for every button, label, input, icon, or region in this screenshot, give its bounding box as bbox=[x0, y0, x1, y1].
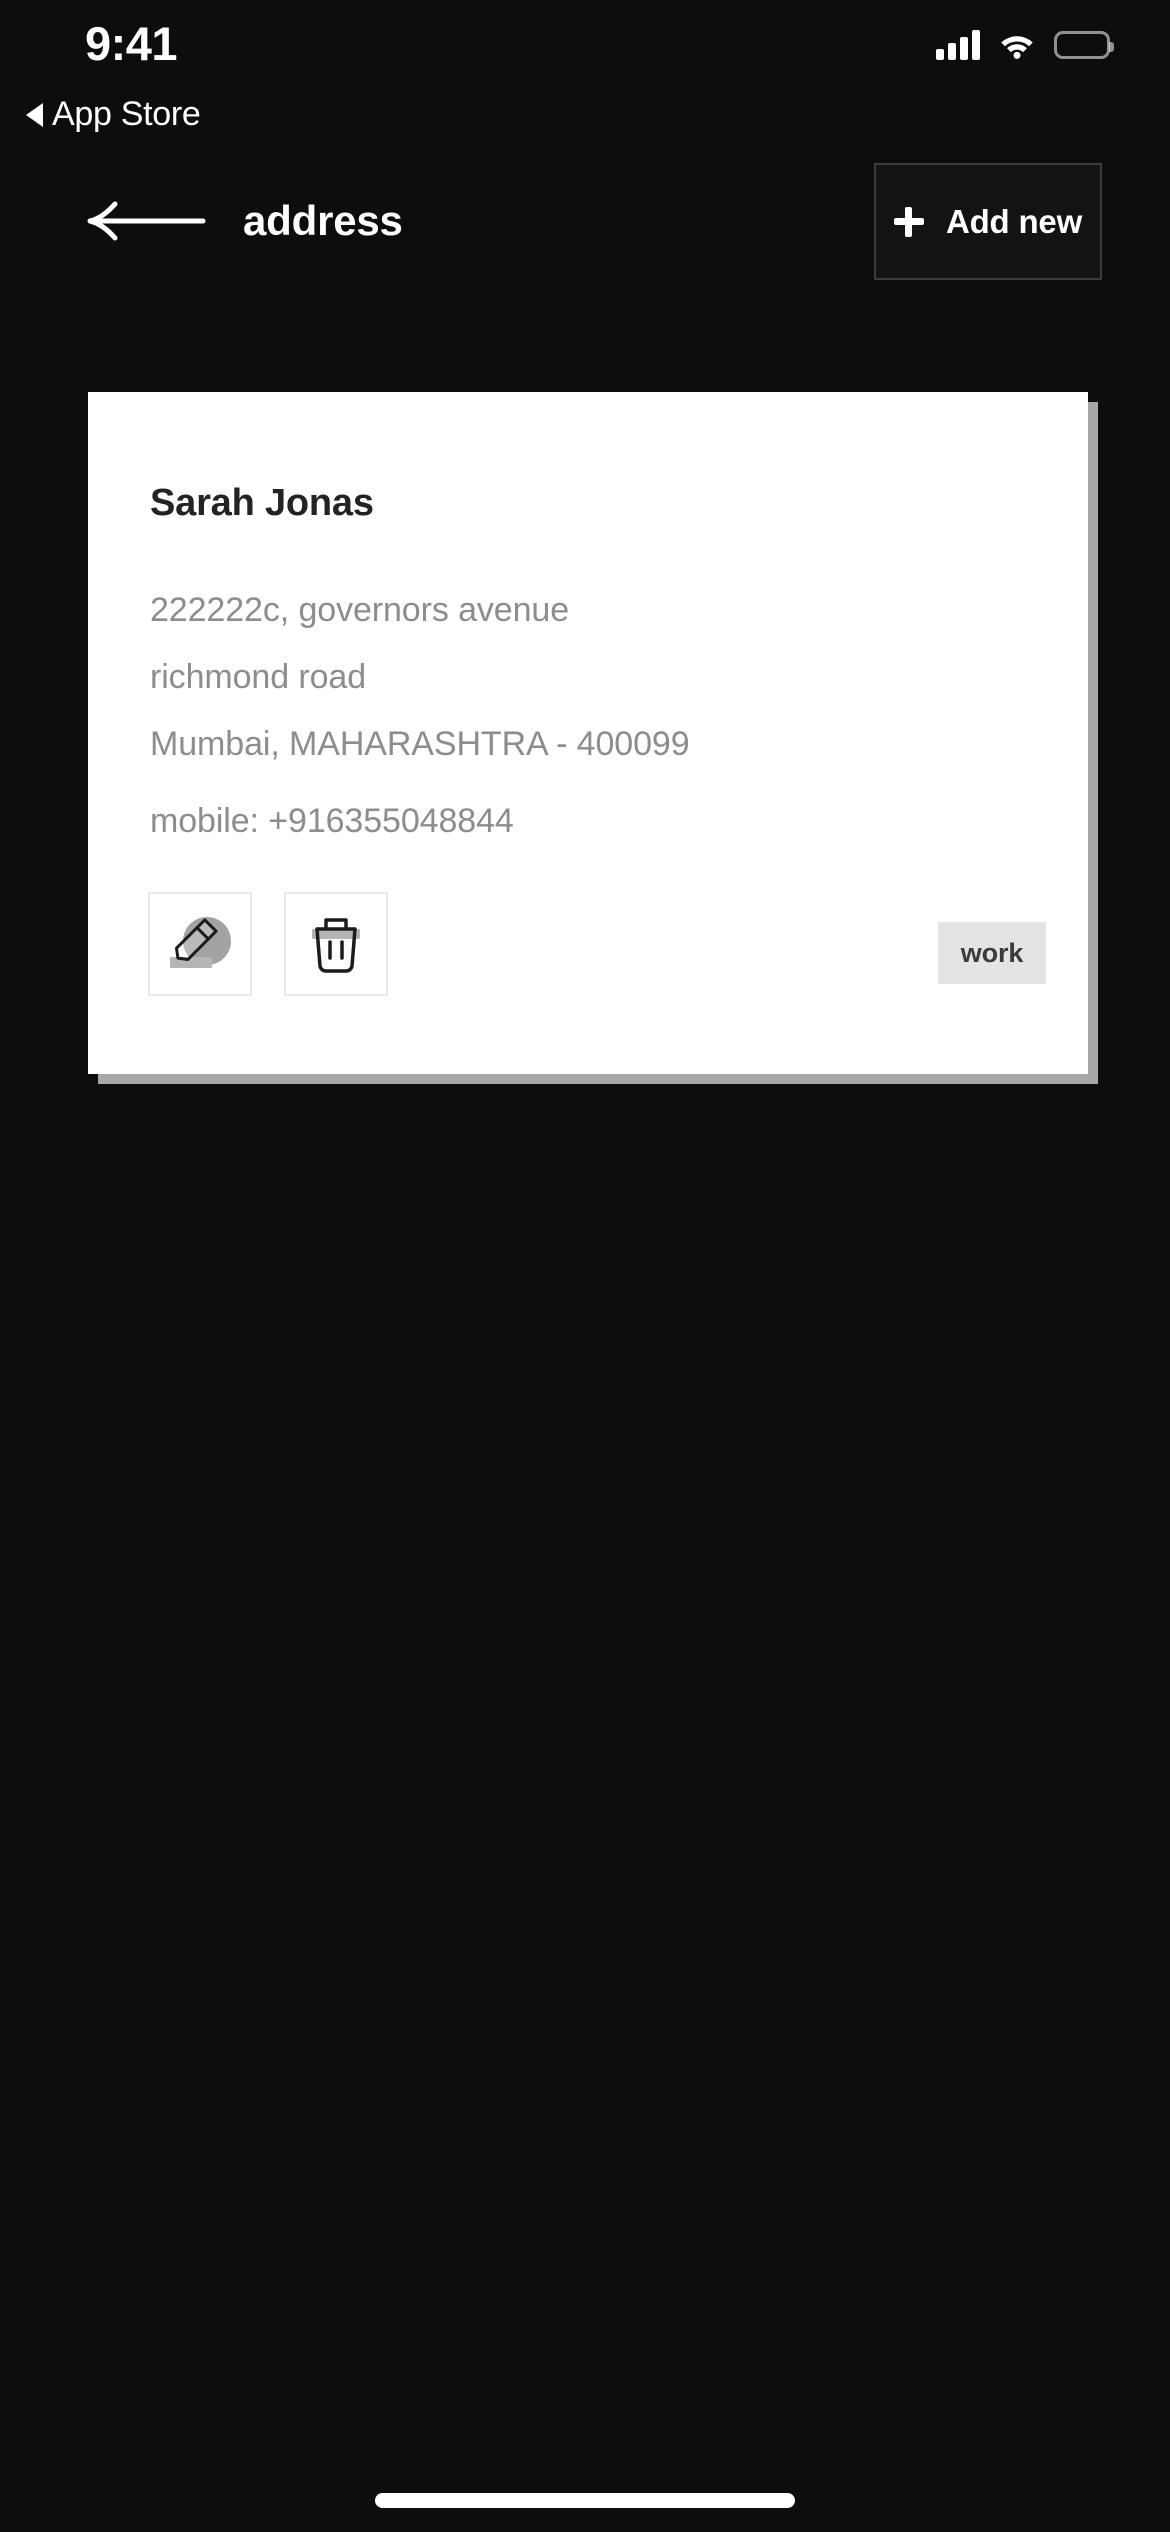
trash-delete-icon bbox=[312, 918, 360, 973]
battery-icon bbox=[1054, 31, 1114, 59]
back-triangle-icon bbox=[26, 102, 43, 127]
status-bar: 9:41 bbox=[0, 0, 1170, 96]
edit-address-button[interactable] bbox=[148, 892, 252, 996]
add-new-button[interactable]: Add new bbox=[874, 163, 1102, 280]
address-line-1: 222222c, governors avenue bbox=[150, 591, 570, 629]
card-action-row bbox=[148, 892, 388, 996]
address-lines: 222222c, governors avenue richmond road … bbox=[150, 577, 690, 778]
page-title: address bbox=[243, 197, 403, 244]
wifi-icon bbox=[998, 31, 1036, 59]
add-new-label: Add new bbox=[945, 202, 1083, 240]
page-header: address Add new bbox=[0, 163, 1170, 293]
address-line-3: Mumbai, MAHARASHTRA - 400099 bbox=[150, 725, 690, 763]
home-indicator[interactable] bbox=[375, 2493, 795, 2508]
address-tag-badge: work bbox=[938, 922, 1046, 984]
arrow-left-icon bbox=[87, 201, 206, 241]
contact-mobile: mobile: +916355048844 bbox=[150, 802, 514, 840]
delete-address-button[interactable] bbox=[284, 892, 388, 996]
return-app-label: App Store bbox=[52, 95, 201, 133]
return-to-app-store-button[interactable]: App Store bbox=[26, 95, 201, 134]
contact-name: Sarah Jonas bbox=[150, 482, 374, 524]
pencil-edit-icon bbox=[170, 917, 231, 968]
address-card-surface: Sarah Jonas 222222c, governors avenue ri… bbox=[88, 392, 1088, 1074]
address-card: Sarah Jonas 222222c, governors avenue ri… bbox=[88, 392, 1098, 1084]
cellular-signal-icon bbox=[936, 30, 980, 60]
address-line-2: richmond road bbox=[150, 658, 367, 696]
status-bar-time: 9:41 bbox=[85, 17, 178, 70]
back-button[interactable] bbox=[85, 186, 225, 256]
plus-icon bbox=[893, 206, 924, 237]
status-bar-icons bbox=[936, 30, 1114, 60]
phone-screen: 9:41 App Store address Add new Sarah Jon… bbox=[0, 0, 1170, 2532]
